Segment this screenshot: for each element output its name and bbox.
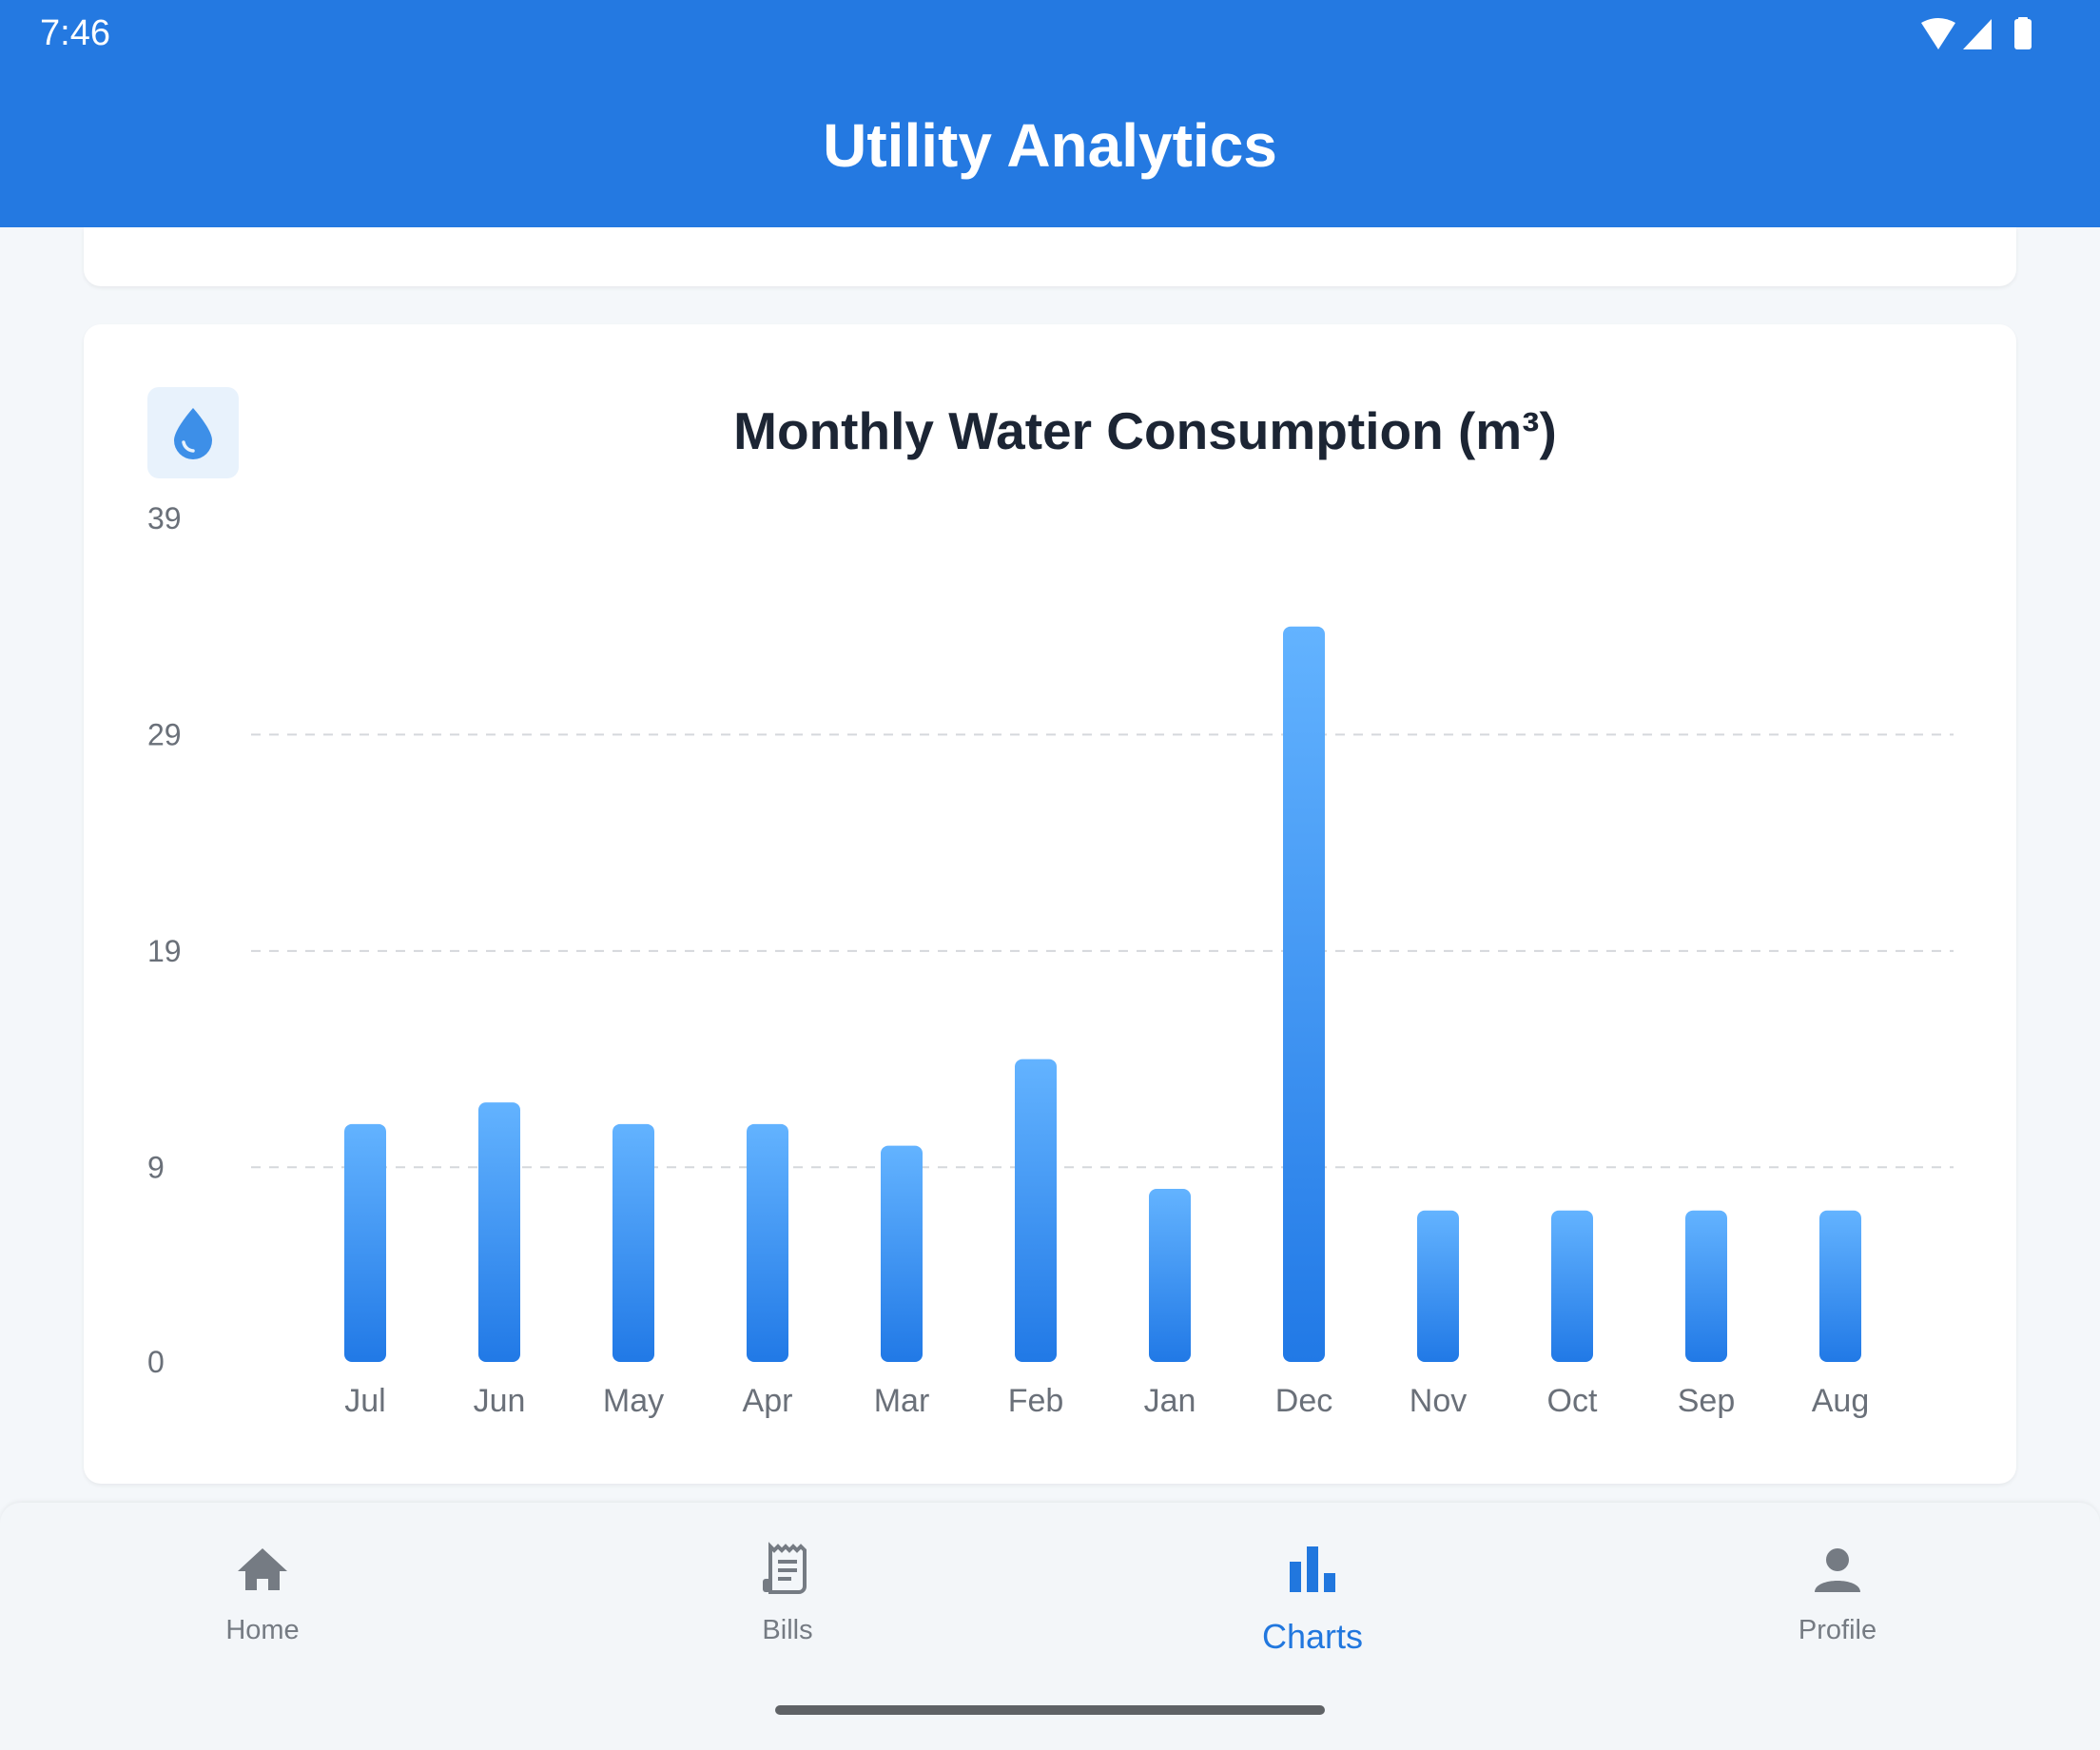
bar-apr[interactable] [747,1123,788,1362]
x-tick-label: Jan [1144,1383,1196,1419]
x-tick-label: Sep [1678,1383,1736,1419]
x-tick-label: Jun [474,1383,526,1419]
status-bar: 7:46 [0,0,2100,72]
bar-feb[interactable] [1015,1059,1057,1362]
x-tick-label: Oct [1547,1383,1598,1419]
page-title: Utility Analytics [823,111,1277,180]
nav-item-profile[interactable]: Profile [1575,1503,2100,1655]
bar-chart: 0 9 19 29 39 Jul Jun May Apr Mar Feb Jan Dec Nov Oct Se… [147,501,1954,1419]
bar-nov[interactable] [1417,1210,1459,1362]
y-tick-label: 19 [147,934,182,968]
bar-chart-icon [1290,1546,1335,1592]
x-tick-label: Mar [874,1383,930,1419]
x-tick-label: Feb [1008,1383,1064,1419]
previous-card [84,227,2016,286]
bar-jul[interactable] [344,1123,386,1362]
y-tick-label: 29 [147,717,182,751]
nav-label-home: Home [225,1615,300,1645]
nav-item-bills[interactable]: Bills [525,1503,1050,1655]
nav-label-profile: Profile [1798,1615,1877,1645]
bar-jun[interactable] [478,1102,520,1362]
x-tick-label: Aug [1812,1383,1870,1419]
status-time: 7:46 [40,13,110,53]
bar-jan[interactable] [1149,1189,1191,1362]
bar-mar[interactable] [881,1145,923,1362]
home-icon [238,1548,287,1590]
receipt-icon [763,1542,807,1594]
bar-dec[interactable] [1283,626,1325,1362]
x-tick-label: Dec [1275,1383,1332,1419]
y-tick-label: 39 [147,501,182,535]
wifi-signal-battery-icon [1921,17,2032,49]
x-tick-label: May [603,1383,664,1419]
status-icons [1921,17,2035,56]
nav-item-home[interactable]: Home [0,1503,525,1655]
water-consumption-card: Monthly Water Consumption (m³) 0 9 19 29 39 J… [84,324,2016,1484]
app-bar: Utility Analytics [0,72,2100,227]
person-icon [1815,1548,1860,1592]
x-tick-label: Apr [743,1383,793,1419]
y-tick-label: 9 [147,1150,165,1184]
nav-item-charts[interactable]: Charts [1050,1503,1575,1656]
x-tick-label: Nov [1410,1383,1467,1419]
bar-may[interactable] [612,1123,654,1362]
x-tick-label: Jul [344,1383,385,1419]
home-indicator[interactable] [775,1705,1325,1715]
bar-sep[interactable] [1685,1210,1727,1362]
bar-aug[interactable] [1819,1210,1861,1362]
y-tick-label: 0 [147,1345,165,1379]
nav-label-bills: Bills [762,1615,813,1645]
bar-oct[interactable] [1551,1210,1593,1362]
nav-label-charts: Charts [1261,1617,1364,1656]
